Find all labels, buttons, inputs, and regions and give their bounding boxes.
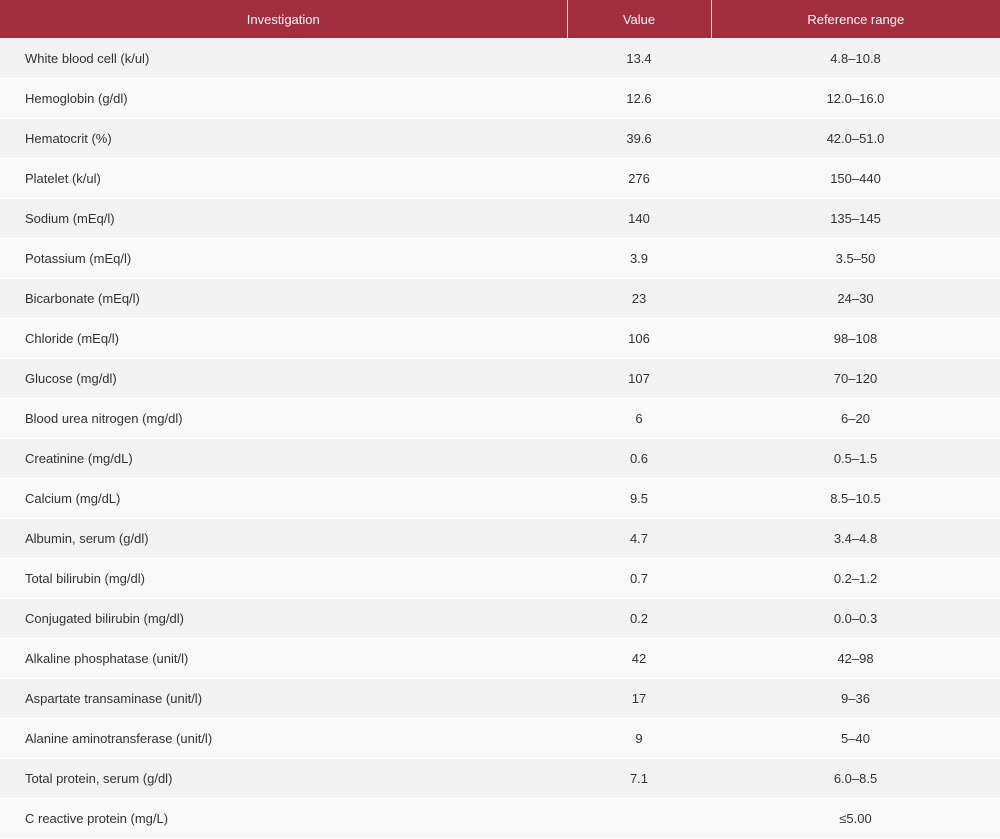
table-row: White blood cell (k/ul) 13.4 4.8–10.8: [0, 38, 1000, 79]
investigation-cell: Aspartate transaminase (unit/l): [0, 678, 567, 719]
investigation-cell: Total protein, serum (g/dl): [0, 758, 567, 799]
investigation-cell: Platelet (k/ul): [0, 158, 567, 199]
value-cell: 42: [567, 638, 711, 679]
reference-range-cell: 6–20: [711, 398, 1000, 439]
reference-range-cell: 0.0–0.3: [711, 598, 1000, 639]
investigation-cell: Alkaline phosphatase (unit/l): [0, 638, 567, 679]
table-header: Investigation Value Reference range: [0, 0, 1000, 39]
value-cell: 13.4: [567, 38, 711, 79]
value-cell: 0.2: [567, 598, 711, 639]
table-row: Blood urea nitrogen (mg/dl) 6 6–20: [0, 398, 1000, 439]
table-row: Aspartate transaminase (unit/l) 17 9–36: [0, 678, 1000, 719]
reference-range-cell: 70–120: [711, 358, 1000, 399]
value-cell: [567, 798, 711, 839]
reference-range-cell: 6.0–8.5: [711, 758, 1000, 799]
reference-range-cell: 98–108: [711, 318, 1000, 359]
investigation-cell: White blood cell (k/ul): [0, 38, 567, 79]
reference-range-cell: ≤5.00: [711, 798, 1000, 839]
table-row: Hemoglobin (g/dl) 12.6 12.0–16.0: [0, 78, 1000, 119]
reference-range-cell: 8.5–10.5: [711, 478, 1000, 519]
investigation-cell: Creatinine (mg/dL): [0, 438, 567, 479]
reference-range-cell: 0.5–1.5: [711, 438, 1000, 479]
investigation-cell: Albumin, serum (g/dl): [0, 518, 567, 559]
investigation-cell: Chloride (mEq/l): [0, 318, 567, 359]
table-row: Glucose (mg/dl) 107 70–120: [0, 358, 1000, 399]
investigation-cell: Conjugated bilirubin (mg/dl): [0, 598, 567, 639]
table-row: Hematocrit (%) 39.6 42.0–51.0: [0, 118, 1000, 159]
value-cell: 276: [567, 158, 711, 199]
value-cell: 23: [567, 278, 711, 319]
header-row: Investigation Value Reference range: [0, 0, 1000, 39]
value-cell: 12.6: [567, 78, 711, 119]
value-cell: 107: [567, 358, 711, 399]
reference-range-cell: 4.8–10.8: [711, 38, 1000, 79]
investigation-cell: Blood urea nitrogen (mg/dl): [0, 398, 567, 439]
investigation-cell: Calcium (mg/dL): [0, 478, 567, 519]
table-row: Platelet (k/ul) 276 150–440: [0, 158, 1000, 199]
table-row: Potassium (mEq/l) 3.9 3.5–50: [0, 238, 1000, 279]
reference-range-cell: 12.0–16.0: [711, 78, 1000, 119]
investigation-cell: Total bilirubin (mg/dl): [0, 558, 567, 599]
investigation-cell: Hemoglobin (g/dl): [0, 78, 567, 119]
reference-range-cell: 9–36: [711, 678, 1000, 719]
investigation-cell: Sodium (mEq/l): [0, 198, 567, 239]
investigation-cell: Glucose (mg/dl): [0, 358, 567, 399]
value-cell: 7.1: [567, 758, 711, 799]
value-cell: 106: [567, 318, 711, 359]
table-row: Bicarbonate (mEq/l) 23 24–30: [0, 278, 1000, 319]
value-cell: 9.5: [567, 478, 711, 519]
value-cell: 6: [567, 398, 711, 439]
table-row: C reactive protein (mg/L) ≤5.00: [0, 798, 1000, 839]
value-cell: 3.9: [567, 238, 711, 279]
table-row: Total protein, serum (g/dl) 7.1 6.0–8.5: [0, 758, 1000, 799]
table-body: White blood cell (k/ul) 13.4 4.8–10.8 Hemog…: [0, 38, 1000, 839]
reference-range-cell: 0.2–1.2: [711, 558, 1000, 599]
reference-range-cell: 135–145: [711, 198, 1000, 239]
header-investigation: Investigation: [0, 0, 568, 39]
header-reference-range: Reference range: [711, 0, 1000, 39]
table-row: Alkaline phosphatase (unit/l) 42 42–98: [0, 638, 1000, 679]
value-cell: 9: [567, 718, 711, 759]
table-row: Sodium (mEq/l) 140 135–145: [0, 198, 1000, 239]
table-row: Albumin, serum (g/dl) 4.7 3.4–4.8: [0, 518, 1000, 559]
value-cell: 140: [567, 198, 711, 239]
reference-range-cell: 42.0–51.0: [711, 118, 1000, 159]
table-row: Conjugated bilirubin (mg/dl) 0.2 0.0–0.3: [0, 598, 1000, 639]
table-row: Alanine aminotransferase (unit/l) 9 5–40: [0, 718, 1000, 759]
investigation-cell: C reactive protein (mg/L): [0, 798, 567, 839]
reference-range-cell: 150–440: [711, 158, 1000, 199]
reference-range-cell: 24–30: [711, 278, 1000, 319]
table-row: Creatinine (mg/dL) 0.6 0.5–1.5: [0, 438, 1000, 479]
reference-range-cell: 42–98: [711, 638, 1000, 679]
header-value: Value: [567, 0, 712, 39]
table-row: Total bilirubin (mg/dl) 0.7 0.2–1.2: [0, 558, 1000, 599]
investigation-cell: Bicarbonate (mEq/l): [0, 278, 567, 319]
table-row: Calcium (mg/dL) 9.5 8.5–10.5: [0, 478, 1000, 519]
lab-results-table: Investigation Value Reference range Whit…: [0, 0, 1000, 839]
value-cell: 4.7: [567, 518, 711, 559]
reference-range-cell: 3.5–50: [711, 238, 1000, 279]
table-row: Chloride (mEq/l) 106 98–108: [0, 318, 1000, 359]
value-cell: 17: [567, 678, 711, 719]
investigation-cell: Potassium (mEq/l): [0, 238, 567, 279]
value-cell: 39.6: [567, 118, 711, 159]
reference-range-cell: 3.4–4.8: [711, 518, 1000, 559]
value-cell: 0.6: [567, 438, 711, 479]
investigation-cell: Alanine aminotransferase (unit/l): [0, 718, 567, 759]
reference-range-cell: 5–40: [711, 718, 1000, 759]
value-cell: 0.7: [567, 558, 711, 599]
investigation-cell: Hematocrit (%): [0, 118, 567, 159]
